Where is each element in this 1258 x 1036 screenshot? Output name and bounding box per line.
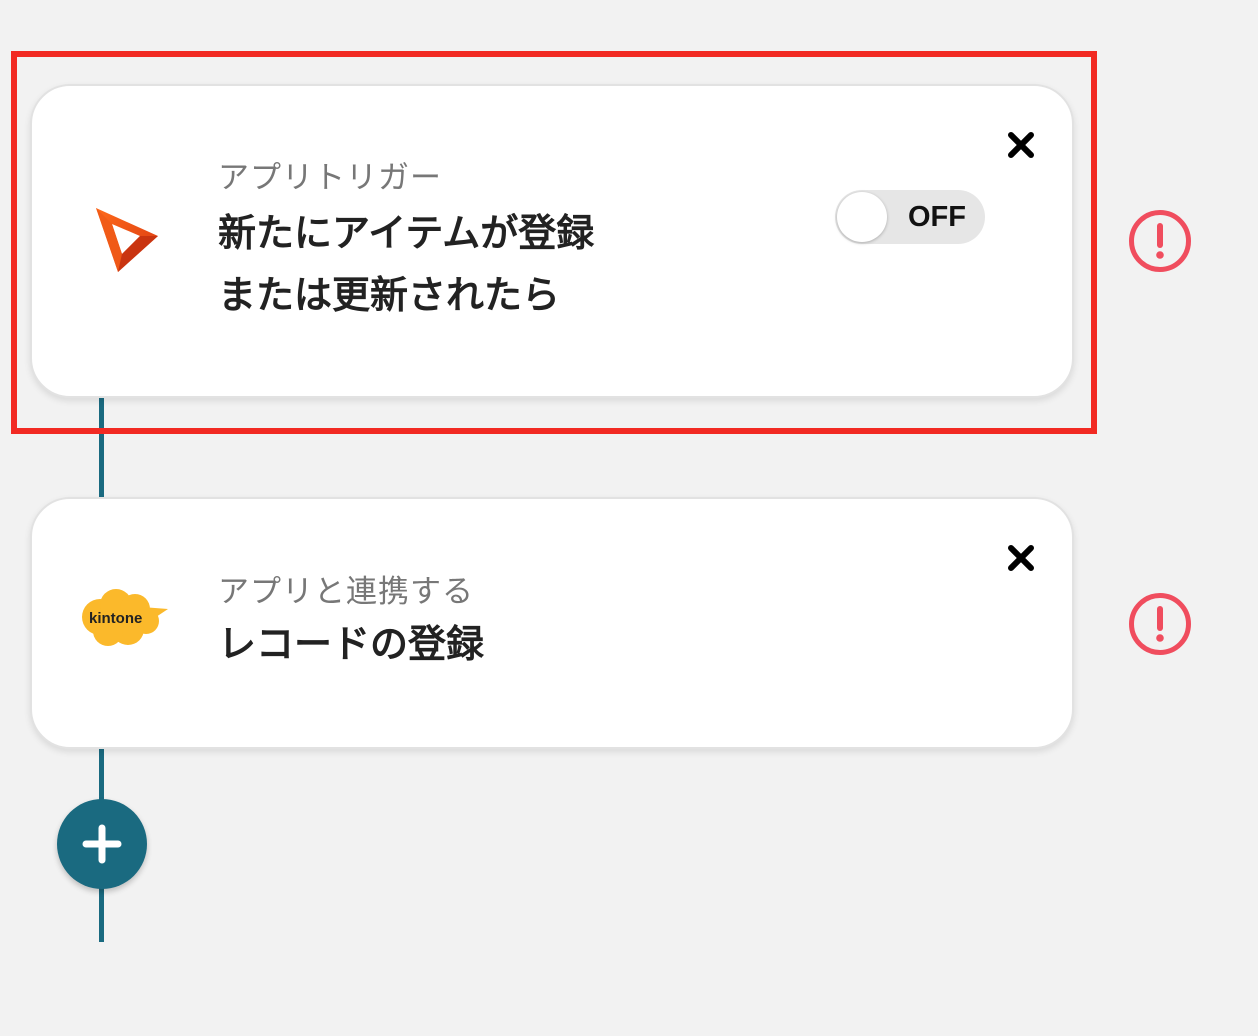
close-icon[interactable] (1006, 543, 1036, 573)
alert-circle-icon[interactable] (1128, 209, 1192, 273)
step-title-line: レコードの登録 (218, 622, 485, 666)
step-title: 新たにアイテムが登録 または更新されたら (218, 202, 594, 326)
trigger-step-card[interactable]: アプリトリガー 新たにアイテムが登録 または更新されたら OFF (30, 84, 1074, 398)
close-icon[interactable] (1006, 130, 1036, 160)
flow-connector-line (99, 888, 104, 942)
kintone-logo-icon: kintone (80, 587, 170, 651)
step-title-line: または更新されたら (218, 273, 561, 317)
orange-triangle-logo-icon (94, 206, 164, 276)
step-title-line: 新たにアイテムが登録 (218, 211, 595, 255)
trigger-toggle[interactable]: OFF (835, 190, 985, 244)
add-step-button[interactable] (57, 799, 147, 889)
plus-icon (82, 824, 122, 864)
kintone-logo-text: kintone (89, 610, 142, 627)
flow-connector-line (99, 396, 104, 498)
step-kind-label: アプリと連携する (218, 574, 474, 610)
toggle-label: OFF (908, 201, 966, 233)
action-step-card[interactable]: kintone アプリと連携する レコードの登録 (30, 497, 1074, 749)
alert-circle-icon[interactable] (1128, 592, 1192, 656)
toggle-knob (837, 192, 887, 242)
step-title: レコードの登録 (218, 613, 484, 675)
step-kind-label: アプリトリガー (218, 160, 442, 196)
flow-connector-line (99, 748, 104, 800)
